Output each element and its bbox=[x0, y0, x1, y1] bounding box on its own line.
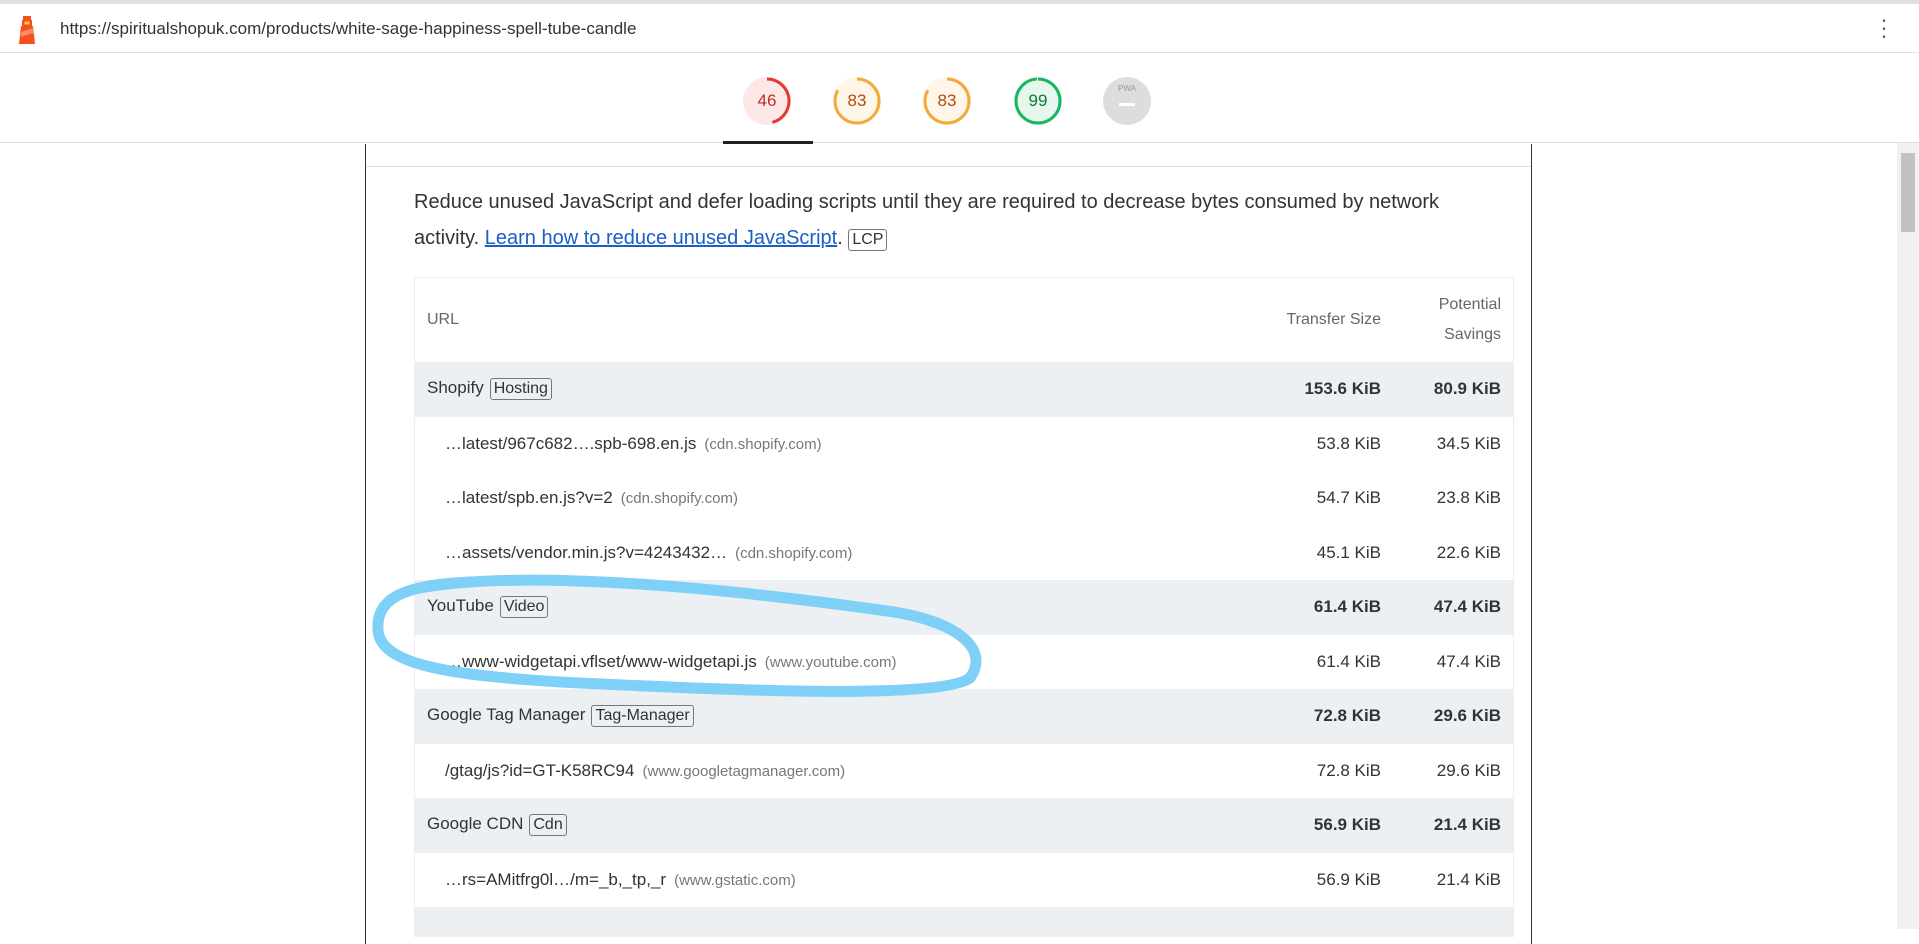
transfer-size: 61.4 KiB bbox=[1313, 597, 1381, 617]
category-badge: Cdn bbox=[529, 814, 567, 837]
score-gauge[interactable]: 46 bbox=[743, 77, 791, 125]
potential-savings: 47.4 KiB bbox=[1433, 597, 1501, 617]
domain: (cdn.shopify.com) bbox=[704, 435, 822, 453]
potential-savings: 29.6 KiB bbox=[1436, 760, 1501, 780]
transfer-size: 61.4 KiB bbox=[1316, 651, 1381, 671]
scrollbar-thumb[interactable] bbox=[1901, 153, 1915, 232]
entity-name: Google Tag Manager Tag-Manager bbox=[415, 705, 1211, 728]
score-value: 46 bbox=[757, 91, 777, 110]
audit-description: Reduce unused JavaScript and defer loadi… bbox=[414, 191, 1440, 251]
transfer-size: 153.6 KiB bbox=[1304, 379, 1381, 399]
kebab-menu-icon[interactable]: · · · bbox=[1879, 9, 1889, 47]
score-gauge[interactable]: 83 bbox=[833, 77, 881, 125]
domain: (www.googletagmanager.com) bbox=[642, 762, 846, 780]
row-url: …latest/spb.en.js?v=2 bbox=[445, 488, 613, 508]
table-row: …latest/967c682….spb-698.en.js (cdn.shopi… bbox=[415, 417, 1513, 472]
table-row: …assets/vendor.min.js?v=4243432… (cdn.sho… bbox=[415, 526, 1513, 581]
potential-savings: 21.4 KiB bbox=[1436, 869, 1501, 889]
url-bar: https://spiritualshopuk.com/products/whi… bbox=[0, 4, 1919, 53]
lighthouse-icon bbox=[19, 16, 35, 44]
pwa-dash-icon bbox=[1119, 102, 1135, 106]
score-gauge[interactable]: 99 bbox=[1014, 77, 1062, 125]
col-savings-line1: Potential bbox=[1438, 296, 1501, 313]
col-url[interactable]: URL bbox=[415, 311, 1211, 329]
category-badge: Hosting bbox=[489, 378, 552, 401]
potential-savings: 21.4 KiB bbox=[1433, 815, 1501, 835]
score-gauge[interactable]: PWA bbox=[1103, 77, 1151, 125]
scrollbar[interactable] bbox=[1897, 143, 1919, 929]
divider bbox=[366, 166, 1531, 167]
transfer-size: 72.8 KiB bbox=[1313, 706, 1381, 726]
transfer-size: 45.1 KiB bbox=[1316, 542, 1381, 562]
col-savings-line2: Savings bbox=[1444, 326, 1501, 343]
script-url[interactable]: /gtag/js?id=GT-K58RC94 (www.googletagmana… bbox=[415, 761, 1211, 781]
transfer-size: 54.7 KiB bbox=[1316, 488, 1381, 508]
domain: (cdn.shopify.com) bbox=[735, 544, 853, 562]
transfer-size: 56.9 KiB bbox=[1316, 869, 1381, 889]
script-url[interactable]: …assets/vendor.min.js?v=4243432… (cdn.sho… bbox=[415, 543, 1211, 563]
table-row: YouTube Video 61.4 KiB 47.4 KiB bbox=[415, 580, 1513, 635]
table-row: …www-widgetapi.vflset/www-widgetapi.js (w… bbox=[415, 635, 1513, 690]
row-url: …latest/967c682….spb-698.en.js bbox=[445, 433, 697, 453]
unused-js-table: URL Transfer Size Potential Savings Shopi… bbox=[414, 277, 1514, 937]
domain: (cdn.shopify.com) bbox=[620, 490, 738, 508]
domain: (www.youtube.com) bbox=[764, 653, 897, 671]
transfer-size: 53.8 KiB bbox=[1316, 433, 1381, 453]
table-row: Google Tag Manager Tag-Manager 72.8 KiB 29.… bbox=[415, 689, 1513, 744]
col-potential-savings[interactable]: Potential Savings bbox=[1381, 290, 1513, 350]
table-row: /gtag/js?id=GT-K58RC94 (www.googletagmana… bbox=[415, 744, 1513, 799]
score-gauges: 46 83 83 99 PWA bbox=[0, 53, 1919, 143]
entity-name: YouTube Video bbox=[415, 596, 1211, 619]
score-gauge[interactable]: 83 bbox=[923, 77, 971, 125]
table-row: …latest/spb.en.js?v=2 (cdn.shopify.com) 54… bbox=[415, 471, 1513, 526]
potential-savings: 47.4 KiB bbox=[1436, 651, 1501, 671]
table-row: Shopify Hosting 153.6 KiB 80.9 KiB bbox=[415, 362, 1513, 417]
pwa-label: PWA bbox=[1118, 84, 1136, 93]
entity-name: Shopify Hosting bbox=[415, 378, 1211, 401]
table-row: Google CDN Cdn 56.9 KiB 21.4 KiB bbox=[415, 798, 1513, 853]
potential-savings: 23.8 KiB bbox=[1436, 488, 1501, 508]
potential-savings: 22.6 KiB bbox=[1436, 542, 1501, 562]
category-badge: Tag-Manager bbox=[591, 705, 694, 728]
page-url[interactable]: https://spiritualshopuk.com/products/whi… bbox=[60, 19, 636, 39]
score-value: 83 bbox=[847, 91, 867, 110]
row-url: Google Tag Manager bbox=[427, 705, 586, 725]
learn-more-link[interactable]: Learn how to reduce unused JavaScript bbox=[485, 227, 837, 249]
row-url: Shopify bbox=[427, 378, 484, 398]
potential-savings: 34.5 KiB bbox=[1436, 433, 1501, 453]
col-transfer-size[interactable]: Transfer Size bbox=[1211, 311, 1381, 329]
category-badge: Video bbox=[499, 596, 549, 619]
domain: (www.gstatic.com) bbox=[674, 871, 796, 889]
row-url: /gtag/js?id=GT-K58RC94 bbox=[445, 760, 635, 780]
table-header: URL Transfer Size Potential Savings bbox=[415, 278, 1513, 362]
script-url[interactable]: …latest/spb.en.js?v=2 (cdn.shopify.com) bbox=[415, 488, 1211, 508]
script-url[interactable]: …latest/967c682….spb-698.en.js (cdn.shopi… bbox=[415, 434, 1211, 454]
row-url: …www-widgetapi.vflset/www-widgetapi.js bbox=[445, 651, 757, 671]
lcp-badge: LCP bbox=[848, 229, 888, 251]
table-row: …rs=AMitfrg0l…/m=_b,_tp,_r (www.gstatic.c… bbox=[415, 853, 1513, 908]
script-url[interactable]: …www-widgetapi.vflset/www-widgetapi.js (w… bbox=[415, 652, 1211, 672]
potential-savings: 29.6 KiB bbox=[1433, 706, 1501, 726]
row-url: …assets/vendor.min.js?v=4243432… bbox=[445, 542, 728, 562]
score-value: 83 bbox=[937, 91, 957, 110]
row-url: YouTube bbox=[427, 596, 494, 616]
potential-savings: 80.9 KiB bbox=[1433, 379, 1501, 399]
row-url: Google CDN bbox=[427, 814, 524, 834]
script-url[interactable]: …rs=AMitfrg0l…/m=_b,_tp,_r (www.gstatic.c… bbox=[415, 870, 1211, 890]
row-url: …rs=AMitfrg0l…/m=_b,_tp,_r bbox=[445, 869, 667, 889]
table-row-partial bbox=[415, 907, 1513, 937]
transfer-size: 72.8 KiB bbox=[1316, 760, 1381, 780]
score-value: 99 bbox=[1028, 91, 1048, 110]
transfer-size: 56.9 KiB bbox=[1313, 815, 1381, 835]
entity-name: Google CDN Cdn bbox=[415, 814, 1211, 837]
